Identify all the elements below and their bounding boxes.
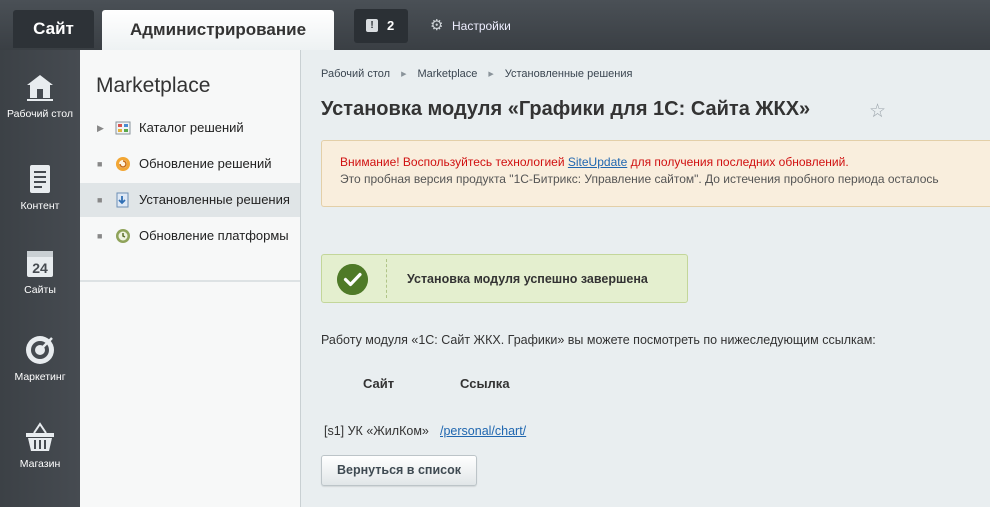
info-text: Работу модуля «1С: Сайт ЖКХ. Графики» вы…	[321, 333, 876, 347]
success-notice: Установка модуля успешно завершена	[321, 254, 688, 303]
siteupdate-link[interactable]: SiteUpdate	[568, 155, 627, 169]
back-to-list-button[interactable]: Вернуться в список	[321, 455, 477, 486]
warning-text: Внимание! Воспользуйтесь технологией	[340, 155, 568, 169]
submenu-title: Marketplace	[96, 74, 211, 97]
breadcrumb-arrow-icon: ▶	[401, 71, 407, 79]
bullet-icon: ■	[97, 231, 103, 241]
notifications-count: 2	[387, 18, 395, 33]
marketplace-submenu: Marketplace ▶ Каталог решений ■ Обновлен…	[80, 50, 301, 507]
rail-item-label: Контент	[20, 200, 60, 212]
menu-item-label: Обновление решений	[139, 156, 272, 171]
platform-update-icon	[116, 229, 130, 243]
bullet-icon: ■	[97, 195, 103, 205]
calendar-24-icon: 24	[27, 251, 53, 277]
submenu-divider	[80, 280, 300, 282]
tab-site[interactable]: Сайт	[13, 10, 94, 48]
gear-icon: ⚙	[430, 17, 444, 34]
warning-text: для получения последних обновлений.	[627, 155, 849, 169]
rail-item-content[interactable]: Контент	[0, 162, 80, 212]
rail-item-shop[interactable]: Магазин	[0, 420, 80, 470]
breadcrumb-link-desktop[interactable]: Рабочий стол	[321, 68, 390, 80]
menu-item-installed-solutions[interactable]: ■ Установленные решения	[80, 183, 300, 217]
success-divider	[386, 259, 387, 298]
check-icon	[337, 264, 368, 295]
rail-item-label: Маркетинг	[14, 371, 66, 383]
breadcrumb-arrow-icon: ▶	[488, 71, 494, 79]
expand-arrow-icon[interactable]: ▶	[97, 111, 104, 145]
rail-item-label: Магазин	[19, 458, 61, 470]
menu-item-label: Установленные решения	[139, 192, 290, 207]
breadcrumb-link-installed[interactable]: Установленные решения	[505, 68, 633, 80]
settings-button[interactable]: ⚙ Настройки	[430, 16, 511, 36]
left-rail: Рабочий стол Контент 24 Сайты Маркетинг	[0, 50, 80, 507]
warning-line-1: Внимание! Воспользуйтесь технологией Sit…	[340, 155, 990, 169]
menu-item-update-solutions[interactable]: ■ Обновление решений	[80, 147, 300, 181]
table-cell-site: [s1] УК «ЖилКом»	[324, 424, 429, 438]
tab-administration[interactable]: Администрирование	[102, 10, 334, 50]
update-solutions-icon	[116, 157, 130, 171]
table-header-site: Сайт	[363, 376, 395, 391]
installed-solutions-icon	[116, 192, 129, 208]
catalog-icon	[115, 121, 131, 135]
bullet-icon: ■	[97, 159, 103, 169]
rail-item-label: Сайты	[24, 284, 56, 296]
menu-item-label: Каталог решений	[139, 120, 244, 135]
main-content: Рабочий стол ▶ Marketplace ▶ Установленные р…	[301, 50, 990, 507]
svg-text:24: 24	[32, 260, 48, 276]
menu-item-label: Обновление платформы	[139, 228, 289, 243]
breadcrumb-link-marketplace[interactable]: Marketplace	[417, 68, 477, 80]
top-bar: Сайт Администрирование ! 2 ⚙ Настройки	[0, 0, 990, 50]
breadcrumb: Рабочий стол ▶ Marketplace ▶ Установленные р…	[321, 68, 632, 80]
rail-item-sites[interactable]: 24 Сайты	[0, 246, 80, 296]
warning-box: Внимание! Воспользуйтесь технологией Sit…	[321, 140, 990, 207]
menu-item-catalog[interactable]: ▶ Каталог решений	[80, 111, 300, 145]
notification-icon: !	[366, 19, 378, 32]
table-header-link: Ссылка	[460, 376, 510, 391]
success-message: Установка модуля успешно завершена	[407, 272, 648, 286]
notifications-button[interactable]: ! 2	[354, 9, 408, 43]
document-icon	[30, 165, 50, 193]
home-icon	[27, 75, 53, 101]
rail-item-marketing[interactable]: Маркетинг	[0, 333, 80, 383]
rail-item-desktop[interactable]: Рабочий стол	[0, 70, 80, 120]
page-title: Установка модуля «Графики для 1С: Сайта …	[321, 98, 811, 120]
rail-item-label: Рабочий стол	[7, 108, 73, 120]
basket-icon	[26, 422, 54, 451]
table-cell-link[interactable]: /personal/chart/	[440, 424, 526, 438]
favorite-star-icon[interactable]: ☆	[869, 100, 886, 123]
target-icon	[26, 336, 54, 364]
menu-item-platform-update[interactable]: ■ Обновление платформы	[80, 219, 300, 253]
settings-label: Настройки	[452, 19, 511, 33]
warning-line-2: Это пробная версия продукта "1С-Битрикс:…	[340, 172, 939, 186]
